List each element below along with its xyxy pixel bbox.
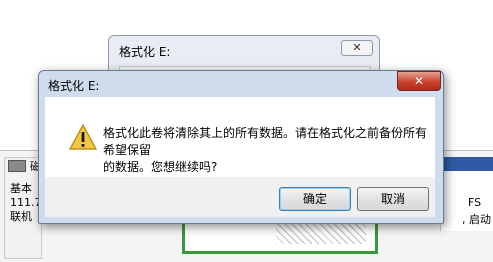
cancel-button[interactable]: 取消 bbox=[357, 187, 429, 211]
partition-status-text: , 启动 bbox=[462, 213, 491, 226]
dialog-message-line1: 格式化此卷将清除其上的所有数据。请在格式化之前备份所有希望保留 bbox=[103, 126, 428, 157]
dialog-message-line2: 的数据。您想继续吗? bbox=[103, 160, 218, 174]
format-dialog-back-close-button[interactable]: ✕ bbox=[341, 40, 373, 56]
disk-status-text: 联机 bbox=[10, 210, 32, 223]
dialog-message: 格式化此卷将清除其上的所有数据。请在格式化之前备份所有希望保留 的数据。您想继续… bbox=[103, 125, 433, 176]
disk-type-text: 基本 bbox=[10, 182, 32, 195]
warning-icon bbox=[69, 124, 97, 150]
ok-button[interactable]: 确定 bbox=[279, 187, 351, 211]
disk-icon bbox=[8, 160, 26, 172]
dialog-title: 格式化 E: bbox=[48, 79, 100, 93]
partition-fs-text: FS bbox=[468, 196, 482, 209]
partition-header-bar bbox=[440, 157, 493, 171]
dialog-close-button[interactable]: ✕ bbox=[397, 71, 441, 91]
format-confirm-dialog: 格式化 E: ✕ 格式化此卷将清除其上的所有数据。请在格式化之前备份所有希望保留… bbox=[38, 70, 444, 224]
format-dialog-back-title: 格式化 E: bbox=[119, 45, 171, 59]
